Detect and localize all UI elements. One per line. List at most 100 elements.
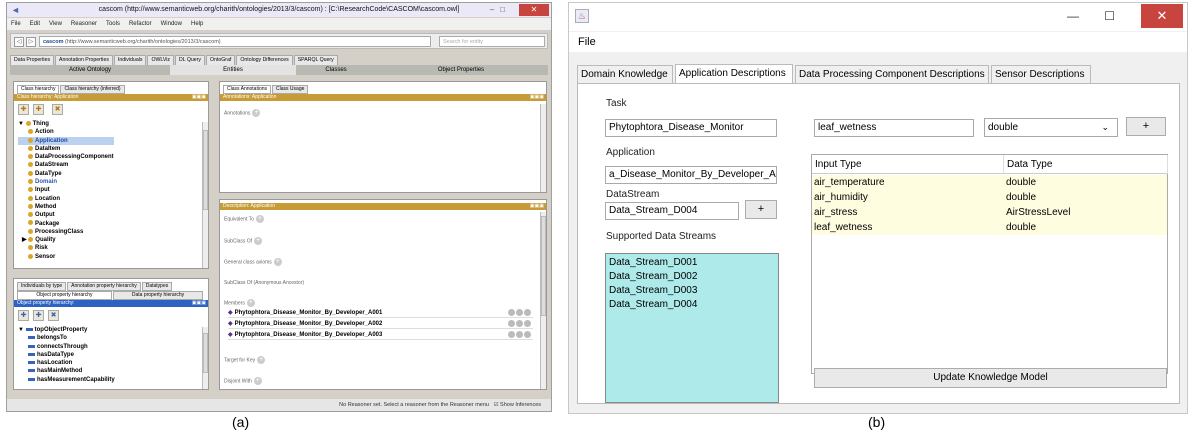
- menu-edit[interactable]: Edit: [30, 21, 40, 27]
- tree-item[interactable]: Input: [18, 186, 114, 194]
- tab-data-property-hierarchy[interactable]: Data property hierarchy: [113, 291, 203, 300]
- help-icon[interactable]: [508, 320, 515, 327]
- delete-icon[interactable]: [524, 331, 531, 338]
- add-member-icon[interactable]: +: [246, 299, 255, 307]
- property-item[interactable]: hasMainMethod: [18, 367, 115, 375]
- tree-item[interactable]: Action: [18, 128, 114, 136]
- tree-item[interactable]: DataStream: [18, 161, 114, 169]
- table-row[interactable]: air_humidity double: [812, 190, 1167, 205]
- menu-window[interactable]: Window: [161, 21, 182, 27]
- add-icon[interactable]: +: [257, 356, 266, 364]
- tab-object-properties[interactable]: Object Properties: [376, 65, 546, 75]
- add-datastream-button[interactable]: +: [745, 200, 777, 219]
- property-item[interactable]: hasLocation: [18, 359, 115, 367]
- list-item[interactable]: Data_Stream_D003: [609, 284, 775, 298]
- tree-item[interactable]: DataItem: [18, 145, 114, 153]
- table-row[interactable]: air_stress AirStressLevel: [812, 205, 1167, 220]
- tab-application-descriptions[interactable]: Application Descriptions: [675, 64, 793, 84]
- ontology-url[interactable]: cascom (http://www.semanticweb.org/chari…: [39, 36, 431, 47]
- datastream-field[interactable]: Data_Stream_D004: [605, 202, 739, 220]
- row-actions[interactable]: [507, 309, 533, 318]
- delete-icon[interactable]: [524, 309, 531, 316]
- tree-item[interactable]: Package: [18, 220, 114, 228]
- tree-item[interactable]: Method: [18, 203, 114, 211]
- menu-refactor[interactable]: Refactor: [129, 21, 152, 27]
- tab-class-hierarchy-inferred[interactable]: Class hierarchy (inferred): [60, 85, 125, 94]
- add-sibling-icon[interactable]: ✚: [33, 104, 44, 115]
- tab-classes[interactable]: Classes: [296, 65, 376, 75]
- tree-item[interactable]: Risk: [18, 244, 114, 252]
- add-annotation-icon[interactable]: +: [252, 109, 261, 117]
- row-actions[interactable]: [507, 320, 533, 329]
- property-item[interactable]: hasDataType: [18, 351, 115, 359]
- tab-sensor-descriptions[interactable]: Sensor Descriptions: [991, 65, 1091, 84]
- property-tree-scrollbar[interactable]: [202, 327, 208, 389]
- delete-icon[interactable]: [524, 320, 531, 327]
- tab-individuals-by-type[interactable]: Individuals by type: [17, 282, 67, 291]
- add-icon[interactable]: +: [273, 258, 282, 266]
- tab-entities[interactable]: Entities: [170, 65, 296, 75]
- maximize-icon[interactable]: ☐: [1104, 9, 1115, 23]
- list-item[interactable]: Data_Stream_D004: [609, 298, 775, 312]
- scroll-thumb[interactable]: [203, 333, 208, 373]
- list-item[interactable]: Data_Stream_D001: [609, 256, 775, 270]
- minimize-maximize-icons[interactable]: –□: [490, 3, 511, 17]
- back-icon[interactable]: ◁: [14, 37, 24, 47]
- edit-icon[interactable]: [516, 331, 523, 338]
- table-row[interactable]: air_temperature double: [812, 175, 1167, 190]
- class-tree-scrollbar[interactable]: [202, 122, 208, 268]
- tree-item-selected[interactable]: Application: [18, 136, 114, 145]
- view-controls-icon[interactable]: ▣▣▣: [192, 300, 206, 307]
- tab-class-annotations[interactable]: Class Annotations: [223, 85, 272, 94]
- add-icon[interactable]: +: [255, 215, 264, 223]
- scroll-thumb[interactable]: [203, 130, 208, 210]
- tab-domain-knowledge[interactable]: Domain Knowledge: [577, 65, 673, 84]
- property-item[interactable]: connectsThrough: [18, 343, 115, 351]
- tab-class-hierarchy[interactable]: Class hierarchy: [17, 85, 60, 94]
- show-inferences-checkbox[interactable]: ☑: [494, 402, 499, 408]
- scroll-thumb[interactable]: [541, 216, 546, 316]
- tree-item[interactable]: DataProcessingComponent: [18, 153, 114, 161]
- tree-root[interactable]: ▼ Thing: [18, 120, 114, 128]
- list-item[interactable]: Data_Stream_D002: [609, 270, 775, 284]
- property-item[interactable]: belongsTo: [18, 334, 115, 342]
- menu-help[interactable]: Help: [191, 21, 203, 27]
- menu-view[interactable]: View: [49, 21, 62, 27]
- tab-class-usage[interactable]: Class Usage: [272, 85, 309, 94]
- tree-item[interactable]: DataType: [18, 170, 114, 178]
- tab-object-property-hierarchy[interactable]: Object property hierarchy: [17, 291, 112, 300]
- input-type-field[interactable]: leaf_wetness: [814, 119, 974, 137]
- table-header-input-type[interactable]: Input Type: [812, 155, 1004, 174]
- view-controls-icon[interactable]: ▣▣▣: [530, 94, 544, 101]
- add-input-button[interactable]: +: [1126, 117, 1166, 136]
- search-input[interactable]: Search for entity: [439, 36, 545, 47]
- edit-icon[interactable]: [516, 309, 523, 316]
- edit-icon[interactable]: [516, 320, 523, 327]
- menu-file[interactable]: File: [11, 21, 21, 27]
- close-button[interactable]: ✕: [1141, 4, 1183, 28]
- description-scrollbar[interactable]: [540, 212, 546, 389]
- tab-active-ontology[interactable]: Active Ontology: [10, 65, 170, 75]
- row-actions[interactable]: [507, 331, 533, 340]
- view-controls-icon[interactable]: ▣▣▣: [192, 94, 206, 101]
- menu-file[interactable]: File: [569, 32, 1187, 52]
- menu-tools[interactable]: Tools: [106, 21, 120, 27]
- delete-class-icon[interactable]: ✖: [52, 104, 63, 115]
- tree-item[interactable]: ▶ Quality: [18, 236, 114, 244]
- add-subclass-icon[interactable]: ✚: [18, 104, 29, 115]
- tab-datatypes[interactable]: Datatypes: [141, 282, 173, 291]
- add-icon[interactable]: +: [254, 237, 263, 245]
- tree-item[interactable]: Sensor: [18, 253, 114, 261]
- member-row[interactable]: ◆ Phytophtora_Disease_Monitor_By_Develope…: [228, 309, 533, 318]
- close-button[interactable]: ✕: [519, 4, 549, 16]
- help-icon[interactable]: [508, 309, 515, 316]
- menu-reasoner[interactable]: Reasoner: [71, 21, 97, 27]
- help-icon[interactable]: [508, 331, 515, 338]
- application-field[interactable]: a_Disease_Monitor_By_Developer_A001: [605, 166, 777, 184]
- data-type-select[interactable]: double ⌄: [984, 118, 1118, 137]
- table-row[interactable]: leaf_wetness double: [812, 220, 1167, 235]
- view-controls-icon[interactable]: ▣▣▣: [530, 203, 544, 210]
- minimize-icon[interactable]: —: [1067, 9, 1079, 23]
- add-icon[interactable]: +: [253, 377, 262, 385]
- member-row[interactable]: ◆ Phytophtora_Disease_Monitor_By_Develope…: [228, 331, 533, 340]
